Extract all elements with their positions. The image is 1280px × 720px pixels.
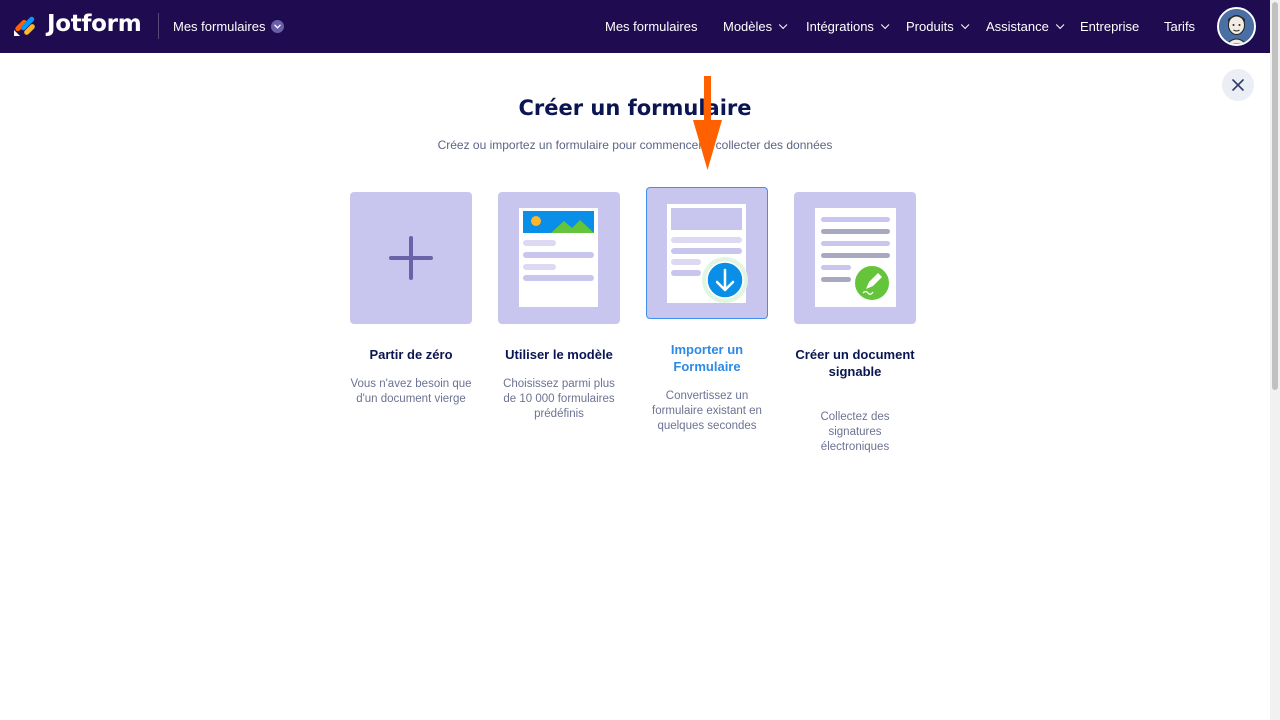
logo-divider — [158, 13, 159, 39]
brand-name: Jotform — [47, 11, 142, 37]
nav-item-enterprise[interactable]: Entreprise — [1080, 0, 1139, 53]
nav-label: Mes formulaires — [605, 19, 698, 34]
modal-title: Créer un formulaire — [518, 96, 752, 120]
nav-label: Produits — [906, 19, 954, 34]
use-template-card[interactable] — [498, 192, 620, 324]
nav-item-integrations[interactable]: Intégrations — [806, 0, 890, 53]
chevron-down-icon — [960, 20, 970, 29]
scrollbar-thumb[interactable] — [1272, 2, 1278, 390]
sign-document-icon — [815, 208, 896, 307]
jotform-logo-icon — [14, 16, 35, 36]
option-description: Vous n'avez besoin que d'un document vie… — [350, 378, 472, 405]
nav-label: Assistance — [986, 19, 1049, 34]
nav-item-products[interactable]: Produits — [906, 0, 970, 53]
user-avatar[interactable] — [1217, 7, 1256, 46]
nav-item-support[interactable]: Assistance — [986, 0, 1065, 53]
close-icon — [1232, 79, 1244, 91]
nav-item-pricing[interactable]: Tarifs — [1164, 0, 1195, 53]
pointer-arrow-icon — [693, 76, 722, 170]
option-title[interactable]: Partir de zéro — [341, 346, 481, 363]
option-title[interactable]: Utiliser le modèle — [489, 346, 629, 363]
jotform-logo[interactable]: Jotform — [12, 11, 142, 37]
chevron-down-icon — [1055, 20, 1065, 29]
nav-item-my-forms[interactable]: Mes formulaires — [605, 0, 697, 53]
modal-subtitle: Créez ou importez un formulaire pour com… — [437, 138, 833, 152]
avatar-icon — [1219, 9, 1254, 44]
nav-item-templates[interactable]: Modèles — [723, 0, 788, 53]
option-description: Choisissez parmi plus de 10 000 formulai… — [503, 378, 615, 420]
option-title[interactable]: Importer un Formulaire — [637, 341, 777, 375]
option-description: Convertissez un formulaire existant en q… — [652, 390, 762, 432]
workspace-label: Mes formulaires — [173, 19, 266, 34]
nav-label: Entreprise — [1080, 19, 1140, 34]
option-description: Collectez des signatures électroniques — [820, 411, 890, 453]
nav-label: Tarifs — [1164, 19, 1196, 34]
chevron-down-icon — [271, 20, 285, 33]
page-scrollbar[interactable] — [1270, 0, 1280, 720]
nav-label: Intégrations — [806, 19, 874, 34]
template-icon — [519, 208, 598, 307]
nav-label: Modèles — [723, 19, 773, 34]
import-form-card[interactable] — [646, 187, 768, 319]
import-icon — [667, 204, 748, 303]
chevron-down-icon — [779, 20, 788, 29]
plus-icon — [389, 236, 433, 280]
option-title[interactable]: Créer un document signable — [785, 346, 925, 380]
top-navigation-bar: Jotform Mes formulaires Mes formulaires … — [0, 0, 1270, 53]
start-from-scratch-card[interactable] — [350, 192, 472, 324]
workspace-dropdown[interactable]: Mes formulaires — [173, 0, 285, 53]
signable-document-card[interactable] — [794, 192, 916, 324]
chevron-down-icon — [880, 20, 890, 29]
